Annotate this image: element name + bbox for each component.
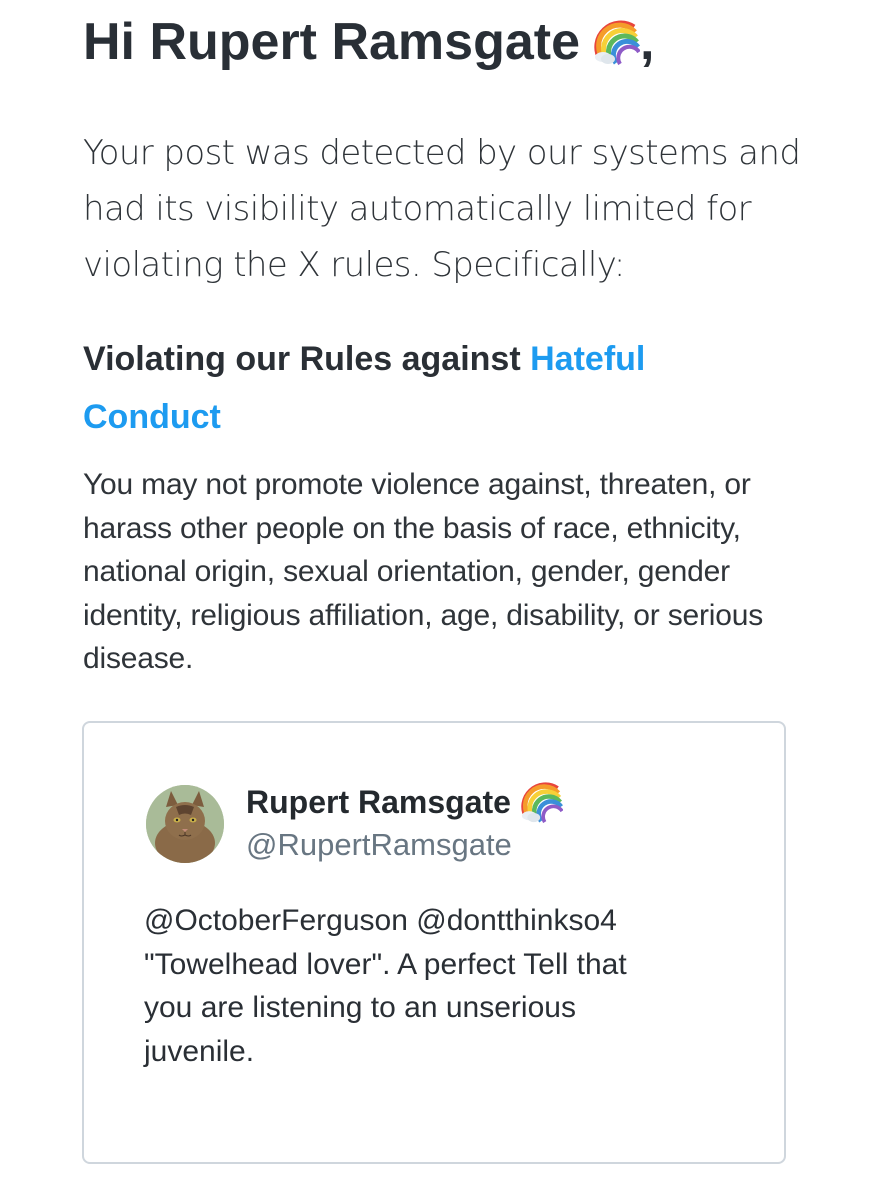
rainbow-icon <box>521 781 563 823</box>
violation-notice-page: Hi Rupert Ramsgate , Your post was detec… <box>0 0 873 1200</box>
intro-paragraph: Your post was detected by our systems an… <box>83 133 801 285</box>
greeting-suffix: , <box>640 13 655 71</box>
post-text: @OctoberFerguson @dontthinkso4 "Towelhea… <box>144 904 627 1068</box>
post-author-handle[interactable]: @RupertRamsgate <box>246 825 512 865</box>
greeting-heading: Hi Rupert Ramsgate , <box>83 6 654 78</box>
rule-title: Violating our Rules against Hateful Cond… <box>83 330 783 446</box>
rule-title-prefix: Violating our Rules against <box>83 340 531 378</box>
greeting-text: Hi Rupert Ramsgate <box>83 13 580 71</box>
rule-description: You may not promote violence against, th… <box>83 468 764 675</box>
rainbow-icon <box>594 19 640 65</box>
quoted-post-card[interactable]: Rupert Ramsgate @RupertRamsgate @October… <box>82 721 786 1164</box>
post-author-name[interactable]: Rupert Ramsgate <box>246 781 563 823</box>
post-author-name-text: Rupert Ramsgate <box>246 784 511 820</box>
cat-avatar[interactable] <box>146 785 224 863</box>
